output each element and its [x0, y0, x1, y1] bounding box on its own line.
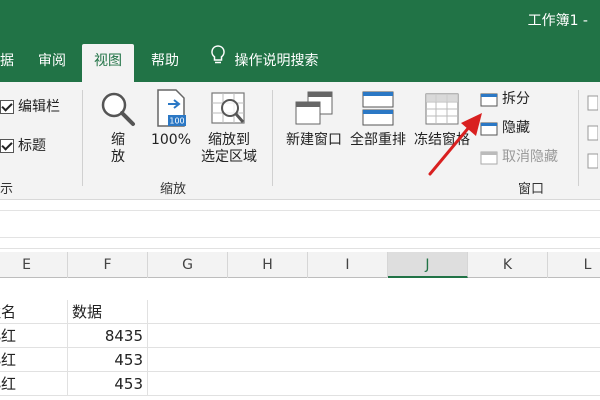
cell-text: 小红: [0, 327, 17, 345]
new-window-button[interactable]: 新建窗口: [282, 90, 346, 149]
cell-text: 数据: [72, 303, 103, 321]
cell-f[interactable]: 数据: [68, 300, 148, 324]
freeze-panes-button[interactable]: 冻结窗格: [410, 90, 474, 149]
checkbox-icon[interactable]: [0, 139, 14, 153]
column-headers: E F G H I J K L: [0, 252, 600, 278]
zoom-100-icon-text: 100: [169, 117, 184, 126]
zoom-to-selection-button[interactable]: 缩放到 选定区域: [196, 90, 262, 166]
cell-e[interactable]: 姓名: [0, 300, 68, 324]
arrange-all-label: 全部重排: [350, 132, 406, 148]
table-row: 小红 453: [0, 348, 600, 372]
tell-me-search[interactable]: 操作说明搜索: [210, 44, 318, 78]
formula-bar-area: [0, 201, 600, 249]
split-icon: [480, 92, 498, 107]
formula-bar-label: 编辑栏: [18, 99, 60, 115]
unhide-button[interactable]: 取消隐藏: [480, 146, 558, 168]
tab-data[interactable]: 据: [0, 44, 18, 82]
column-header-f[interactable]: F: [68, 252, 148, 278]
tab-help[interactable]: 帮助: [142, 44, 188, 82]
cell-text: 小红: [0, 351, 17, 369]
magnifier-icon: [101, 92, 135, 126]
window-group-label: 窗口: [518, 182, 545, 197]
cell-text: 453: [114, 351, 143, 369]
lightbulb-icon: [210, 44, 230, 78]
headings-label: 标题: [18, 138, 46, 154]
hide-button[interactable]: 隐藏: [480, 117, 530, 139]
cell-f[interactable]: 8435: [68, 324, 148, 348]
hide-label: 隐藏: [502, 120, 530, 136]
unhide-label: 取消隐藏: [502, 149, 558, 165]
window-title: 工作簿1 -: [527, 13, 588, 29]
cell-e[interactable]: 小红: [0, 348, 68, 372]
cell-text: 姓名: [0, 303, 17, 321]
formula-bar[interactable]: [0, 210, 600, 238]
show-group-label: 示: [0, 182, 14, 197]
cell-text: 8435: [104, 327, 143, 345]
formula-bar-checkbox[interactable]: 编辑栏: [0, 96, 60, 118]
zoom-100-button[interactable]: 100 100%: [148, 88, 194, 149]
hide-icon: [480, 121, 498, 136]
arrange-all-icon: [362, 91, 394, 126]
title-bar: 工作簿1 - 据 审阅 视图 帮助 操作说明搜索: [0, 0, 600, 82]
split-label: 拆分: [502, 91, 530, 107]
zoom-to-selection-icon: [211, 92, 245, 124]
cell-e[interactable]: 小红: [0, 324, 68, 348]
zoom-button[interactable]: 缩 放: [96, 90, 140, 166]
cell-text: 453: [114, 375, 143, 393]
freeze-panes-label: 冻结窗格: [414, 132, 470, 148]
cell-f[interactable]: 453: [68, 372, 148, 396]
checkbox-icon[interactable]: [0, 100, 14, 114]
freeze-panes-icon: [425, 93, 459, 125]
column-header-k[interactable]: K: [468, 252, 548, 278]
group-divider: [82, 90, 83, 186]
group-divider: [272, 90, 273, 186]
column-header-l[interactable]: L: [548, 252, 600, 278]
table-row: 小红 453: [0, 372, 600, 396]
zoom-to-selection-line1: 缩放到: [208, 132, 250, 148]
zoom-label-line1: 缩: [111, 132, 125, 148]
overflow-commands-icon[interactable]: [586, 92, 599, 178]
tell-me-label: 操作说明搜索: [234, 53, 319, 69]
tab-view[interactable]: 视图: [82, 44, 134, 82]
new-window-icon: [295, 91, 333, 125]
zoom-100-label: 100%: [150, 132, 192, 148]
unhide-icon: [480, 150, 498, 165]
zoom-100-icon: 100: [157, 89, 186, 127]
headings-checkbox[interactable]: 标题: [0, 135, 46, 157]
cell-e[interactable]: 小红: [0, 372, 68, 396]
column-header-g[interactable]: G: [148, 252, 228, 278]
column-header-j[interactable]: J: [388, 252, 468, 278]
zoom-group-label: 缩放: [160, 182, 187, 197]
group-divider: [578, 90, 579, 186]
column-header-e[interactable]: E: [0, 252, 68, 278]
cell-f[interactable]: 453: [68, 348, 148, 372]
arrange-all-button[interactable]: 全部重排: [346, 90, 410, 149]
table-row: 姓名 数据: [0, 300, 600, 324]
split-button[interactable]: 拆分: [480, 88, 530, 110]
cell-text: 小红: [0, 375, 17, 393]
zoom-to-selection-line2: 选定区域: [201, 149, 257, 165]
table-row: 小红 8435: [0, 324, 600, 348]
column-header-i[interactable]: I: [308, 252, 388, 278]
tab-review[interactable]: 审阅: [30, 44, 74, 82]
zoom-label-line2: 放: [111, 149, 125, 165]
column-header-h[interactable]: H: [228, 252, 308, 278]
new-window-label: 新建窗口: [286, 132, 342, 148]
